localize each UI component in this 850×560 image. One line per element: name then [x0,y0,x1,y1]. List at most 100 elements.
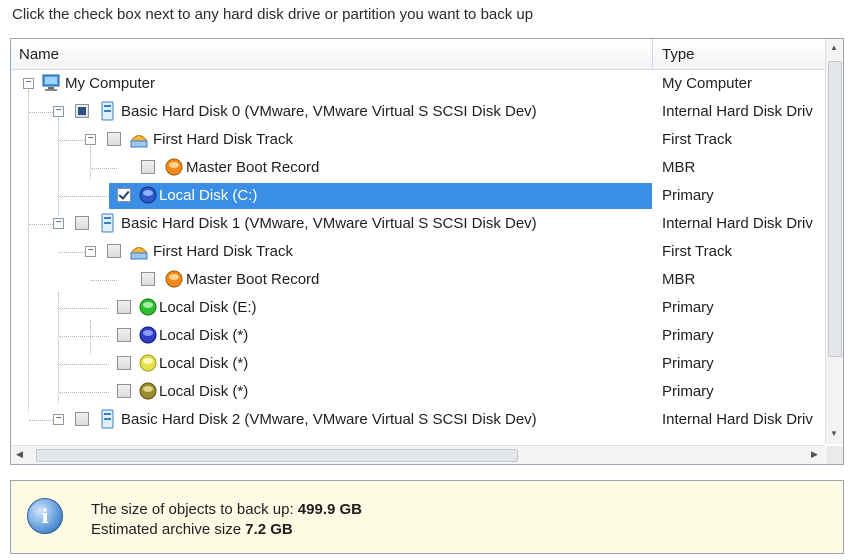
row-type: Internal Hard Disk Driv [662,411,813,428]
disk-checkbox[interactable] [75,412,89,426]
volume-checkbox[interactable] [117,328,131,342]
tree-rows: − My Computer My Computer − Basic Hard D… [11,70,825,430]
instruction-text: Click the check box next to any hard dis… [12,6,534,23]
track-icon [130,135,148,148]
tree-row-hard-disk-1[interactable]: − Basic Hard Disk 1 (VMware, VMware Virt… [11,210,825,238]
tree-row-hard-disk-2[interactable]: − Basic Hard Disk 2 (VMware, VMware Virt… [11,406,825,430]
tree-row-local-disk-c[interactable]: Local Disk (C:) Primary [11,182,825,210]
volume-icon [139,354,157,372]
horizontal-scroll-thumb[interactable] [36,449,518,462]
collapse-toggle[interactable]: − [23,78,34,89]
row-type: First Track [662,243,732,260]
track-checkbox[interactable] [107,244,121,258]
volume-icon [139,186,157,204]
tree-row-local-disk-unnamed-2[interactable]: Local Disk (*) Primary [11,350,825,378]
scroll-left-icon[interactable]: ◀ [16,449,23,460]
tree-row-mbr-1[interactable]: Master Boot Record MBR [11,266,825,294]
hard-disk-icon [101,409,114,429]
row-label: First Hard Disk Track [153,131,294,148]
tree-line [91,168,117,169]
tree-line [59,336,109,337]
row-type: Primary [662,355,714,372]
size-label: The size of objects to back up: [91,501,294,518]
column-header: Name Type [11,39,825,70]
volume-checkbox[interactable] [117,356,131,370]
track-icon [130,247,148,260]
mbr-checkbox[interactable] [141,160,155,174]
row-type: Internal Hard Disk Driv [662,215,813,232]
row-type: First Track [662,131,732,148]
tree-row-my-computer[interactable]: − My Computer My Computer [11,70,825,98]
tree-line [59,364,109,365]
scroll-down-icon[interactable]: ▼ [830,429,838,438]
tree-row-first-track-0[interactable]: − First Hard Disk Track First Track [11,126,825,154]
row-label: Local Disk (C:) [159,187,258,204]
mbr-disk-icon [165,270,183,288]
volume-checkbox[interactable] [117,384,131,398]
tree-line [29,420,53,421]
tree-line [91,280,117,281]
hard-disk-icon [101,213,114,233]
track-checkbox[interactable] [107,132,121,146]
vertical-scrollbar[interactable]: ▲ ▼ [825,39,843,444]
vertical-scroll-thumb[interactable] [828,61,842,357]
scrollbar-corner [826,446,843,464]
tree-row-first-track-1[interactable]: − First Hard Disk Track First Track [11,238,825,266]
disk-tree[interactable]: Name Type − My Computer My Computer − Ba… [10,38,844,465]
row-type: MBR [662,271,696,288]
disk-checkbox[interactable] [75,216,89,230]
mbr-checkbox[interactable] [141,272,155,286]
collapse-toggle[interactable]: − [85,134,96,145]
archive-line: Estimated archive size 7.2 GB [91,521,293,538]
archive-label: Estimated archive size [91,521,242,538]
computer-icon [42,74,60,91]
collapse-toggle[interactable]: − [85,246,96,257]
volume-checkbox[interactable] [117,300,131,314]
backup-size-info: i The size of objects to back up: 499.9 … [10,480,844,554]
tree-row-hard-disk-0[interactable]: − Basic Hard Disk 0 (VMware, VMware Virt… [11,98,825,126]
tree-line [59,196,109,197]
tree-line [59,252,85,253]
row-type: My Computer [662,75,753,92]
tree-row-local-disk-e[interactable]: Local Disk (E:) Primary [11,294,825,322]
collapse-toggle[interactable]: − [53,218,64,229]
row-label: Local Disk (E:) [159,299,257,316]
volume-icon [139,326,157,344]
info-icon: i [27,498,63,534]
tree-line [59,308,109,309]
row-type: Primary [662,299,714,316]
hard-disk-icon [101,101,114,121]
disk-checkbox[interactable] [75,104,89,118]
horizontal-scrollbar[interactable]: ◀ ▶ [11,445,825,464]
tree-line [29,112,53,113]
row-type: Primary [662,187,714,204]
tree-line [59,140,85,141]
row-label: Basic Hard Disk 2 (VMware, VMware Virtua… [121,411,537,428]
tree-row-local-disk-unnamed-3[interactable]: Local Disk (*) Primary [11,378,825,406]
size-value: 499.9 GB [297,501,363,518]
row-label: Basic Hard Disk 1 (VMware, VMware Virtua… [121,215,537,232]
mbr-disk-icon [165,158,183,176]
scroll-up-icon[interactable]: ▲ [830,43,838,52]
column-separator[interactable] [652,39,653,69]
volume-checkbox[interactable] [117,188,131,202]
row-label: Basic Hard Disk 0 (VMware, VMware Virtua… [121,103,537,120]
tree-row-mbr-0[interactable]: Master Boot Record MBR [11,154,825,182]
row-type: Primary [662,383,714,400]
row-type: Primary [662,327,714,344]
volume-icon [139,298,157,316]
archive-value: 7.2 GB [245,521,293,538]
tree-line [59,392,109,393]
collapse-toggle[interactable]: − [53,106,64,117]
row-label: Local Disk (*) [159,327,249,344]
column-type-header[interactable]: Type [662,46,695,63]
column-name-header[interactable]: Name [19,46,59,63]
row-label: Local Disk (*) [159,383,249,400]
row-label: Master Boot Record [186,159,320,176]
collapse-toggle[interactable]: − [53,414,64,425]
scroll-right-icon[interactable]: ▶ [811,449,818,460]
tree-line [29,224,53,225]
tree-row-local-disk-unnamed-1[interactable]: Local Disk (*) Primary [11,322,825,350]
row-type: Internal Hard Disk Driv [662,103,813,120]
row-label: First Hard Disk Track [153,243,294,260]
